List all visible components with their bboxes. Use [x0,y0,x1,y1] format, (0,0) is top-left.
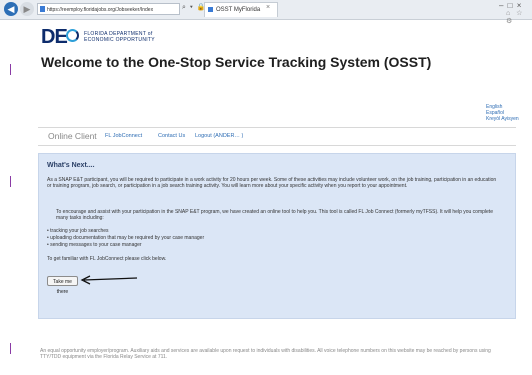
margin-mark [10,343,11,354]
bullet-item: • sending messages to your case manager [47,242,142,248]
panel-heading: What's Next.... [47,162,95,169]
back-arrow-icon[interactable]: ◀ [4,2,18,16]
logo-ring-icon [66,29,79,42]
browser-toolbar: ◀ ▶ https://reemploy.floridajobs.org/Job… [0,0,532,25]
encourage-text: To encourage and assist with your partic… [56,209,493,221]
address-bar[interactable]: https://reemploy.floridajobs.org/Jobseek… [37,3,180,15]
logo-mark: DE [41,26,68,48]
nav-link-logout[interactable]: Logout (ANDER… ) [195,128,243,145]
logo-line2: ECONOMIC OPPORTUNITY [84,37,155,43]
language-links: English Español Kreyòl Ayisyen [486,104,519,122]
bullet-item: • tracking your job searches [47,228,109,234]
take-me-there-button[interactable]: Take me there [47,276,78,295]
nav-title: Online Client [48,131,97,141]
forward-arrow-icon[interactable]: ▶ [20,2,34,16]
toolbar-icons[interactable]: ⌂ ☆ ⚙ [506,9,532,25]
tab-close-icon[interactable]: × [266,4,270,11]
whats-next-panel: What's Next.... As a SNAP E&T participan… [38,153,516,319]
footer-text: An equal opportunity employer/program. A… [40,348,491,360]
nav-link-contact[interactable]: Contact Us [158,128,185,145]
language-kreyol[interactable]: Kreyòl Ayisyen [486,116,519,122]
top-nav: Online Client FL JobConnect Contact Us L… [38,127,516,146]
pointer-arrow-icon [80,275,138,285]
page-title: Welcome to the One-Stop Service Tracking… [41,54,432,70]
site-icon [40,6,45,12]
bullet-item: • uploading documentation that may be re… [47,235,205,241]
logo-text: FLORIDA DEPARTMENT of ECONOMIC OPPORTUNI… [84,31,155,43]
margin-mark [10,176,11,187]
nav-link-jobconnect[interactable]: FL JobConnect [105,128,142,145]
tab-favicon-icon [208,7,213,12]
margin-mark [10,64,11,75]
intro-text: As a SNAP E&T participant, you will be r… [47,177,497,189]
familiar-text: To get familiar with FL JobConnect pleas… [47,256,167,262]
